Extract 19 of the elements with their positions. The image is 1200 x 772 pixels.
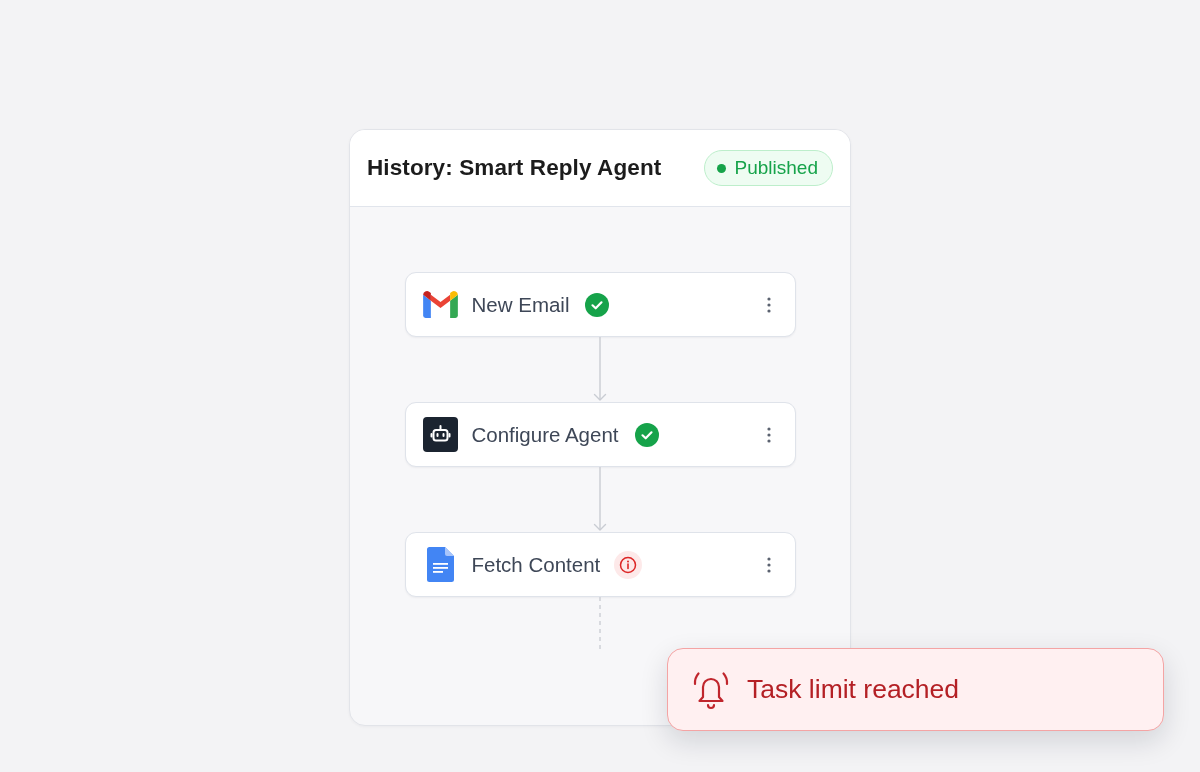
document-icon	[427, 547, 454, 582]
status-label: Published	[734, 157, 818, 179]
step-label: New Email	[471, 292, 570, 317]
step-label: Fetch Content	[471, 552, 601, 577]
workflow-step-node[interactable]: Configure Agent	[404, 402, 796, 467]
connector-arrow	[593, 337, 607, 402]
mail-logo-icon	[423, 291, 458, 318]
workflow-step-node[interactable]: Fetch Content	[404, 532, 796, 597]
panel-title: History: Smart Reply Agent	[367, 155, 662, 181]
more-options-icon	[766, 556, 771, 573]
robot-icon	[423, 417, 458, 452]
more-options-icon	[766, 296, 771, 313]
ringing-bell-icon	[692, 669, 730, 710]
status-dot-icon	[716, 163, 726, 173]
connector-arrow	[593, 467, 607, 532]
more-options-icon	[766, 426, 771, 443]
toast-message: Task limit reached	[747, 674, 960, 705]
workflow-step-node[interactable]: New Email	[404, 272, 796, 337]
step-label: Configure Agent	[471, 422, 619, 447]
